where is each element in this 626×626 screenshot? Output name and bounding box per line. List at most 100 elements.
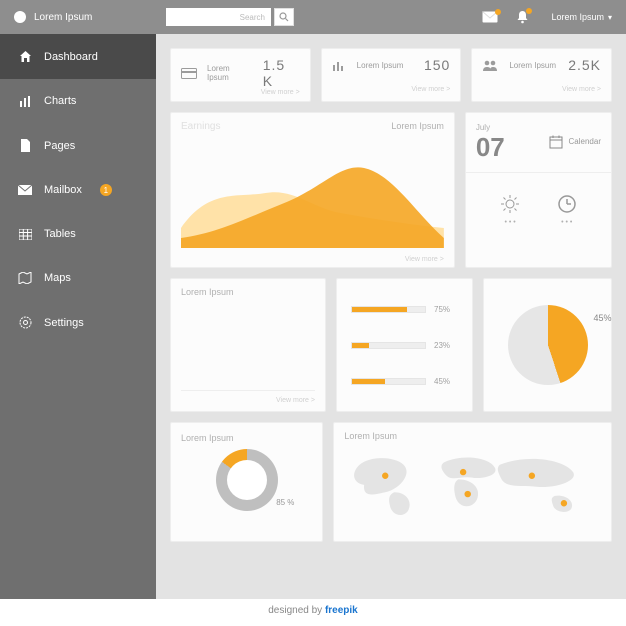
progress-value: 23% [434,341,458,350]
calendar-icon [549,135,563,149]
date-month: July [476,123,505,132]
sidebar-item-label: Pages [44,140,75,152]
credit: designed by freepik [0,599,626,626]
notification-dot-icon [495,9,501,15]
home-icon [18,50,32,63]
grouped-bar-chart [181,305,315,391]
mail-icon [18,185,32,195]
chart-icon [18,96,32,107]
dots-icon: • • • [561,219,572,226]
weather-row: • • • • • • [476,185,601,226]
search-button[interactable] [274,8,294,26]
earnings-area-chart [181,138,444,248]
search-wrap [166,8,294,26]
sidebar-item-pages[interactable]: Pages [0,123,156,168]
donut-hole [227,460,267,500]
sidebar-item-label: Dashboard [44,51,98,63]
sidebar-item-label: Settings [44,317,84,329]
stat-label: Lorem Ipsum [207,64,253,82]
sidebar-item-label: Mailbox [44,184,82,196]
weather-cell: • • • [499,193,521,226]
pie-chart [508,305,588,385]
chevron-down-icon: ▾ [608,13,612,22]
date-card: July 07 Calendar • • • [465,112,612,268]
top-icons: Lorem Ipsum ▾ [482,10,612,24]
brand-label: Lorem Ipsum [34,12,92,23]
sidebar-item-mailbox[interactable]: Mailbox 1 [0,168,156,212]
sidebar-item-dashboard[interactable]: Dashboard [0,34,156,79]
bell-button[interactable] [516,10,529,24]
main: Lorem Ipsum 1.5 K View more > Lorem Ipsu… [156,34,626,599]
notification-dot-icon [526,8,532,14]
pie-card: 45% [483,278,612,412]
sidebar-item-label: Maps [44,272,71,284]
mail-button[interactable] [482,11,498,23]
calendar-label: Calendar [569,137,601,146]
bars-icon [332,60,347,71]
bar-card-title: Lorem Ipsum [181,287,315,297]
map-title: Lorem Ipsum [344,431,601,441]
sidebar-item-label: Tables [44,228,76,240]
progress-card: 75% 23% 45% [336,278,473,412]
view-more-link[interactable]: View more > [332,86,451,93]
user-label: Lorem Ipsum [551,12,604,22]
progress-row: 75% [351,305,458,314]
stat-label: Lorem Ipsum [357,61,404,70]
body: Dashboard Charts Pages Mailbox 1 Tables [0,34,626,599]
view-more-link[interactable]: View more > [482,86,601,93]
sidebar-item-charts[interactable]: Charts [0,79,156,123]
sidebar-item-label: Charts [44,95,76,107]
map-icon [18,272,32,284]
page-icon [18,139,32,152]
stat-label: Lorem Ipsum [509,61,556,70]
view-more-link[interactable]: View more > [181,89,300,96]
sidebar-item-settings[interactable]: Settings [0,300,156,345]
topbar: Lorem Ipsum Lorem Ipsum ▾ [0,0,626,34]
app-root: Lorem Ipsum Lorem Ipsum ▾ [0,0,626,626]
stat-value: 1.5 K [263,57,300,89]
stats-row: Lorem Ipsum 1.5 K View more > Lorem Ipsu… [170,48,612,102]
row-4: Lorem Ipsum 85 % Lorem Ipsum [170,422,612,542]
view-more-link[interactable]: View more > [405,256,444,263]
gear-icon [18,316,32,329]
row-3: Lorem Ipsum View more > 75% 23% 45% [170,278,612,412]
divider [466,172,611,173]
progress-value: 75% [434,305,458,314]
donut-card: Lorem Ipsum 85 % [170,422,323,542]
sidebar-item-maps[interactable]: Maps [0,256,156,300]
user-menu[interactable]: Lorem Ipsum ▾ [547,12,612,22]
stat-value: 2.5K [568,57,601,73]
search-input[interactable] [166,8,271,26]
sidebar-item-tables[interactable]: Tables [0,212,156,256]
sun-icon [499,193,521,215]
credit-brand: freepik [325,605,358,616]
world-map [344,445,601,523]
clock-icon [556,193,578,215]
earnings-subtitle: Lorem Ipsum [391,121,444,132]
progress-row: 45% [351,377,458,386]
progress-value: 45% [434,377,458,386]
table-icon [18,229,32,240]
pie-label: 45% [594,313,612,323]
dots-icon: • • • [505,219,516,226]
users-icon [482,59,499,71]
earnings-title: Earnings [181,121,220,132]
card-icon [181,68,197,79]
brand-avatar-icon [14,11,26,23]
sidebar: Dashboard Charts Pages Mailbox 1 Tables [0,34,156,599]
mailbox-badge: 1 [100,184,112,196]
date-row: July 07 Calendar [476,123,601,160]
row-2: Earnings Lorem Ipsum View more > July 07 [170,112,612,268]
view-more-link[interactable]: View more > [181,397,315,404]
search-icon [279,12,289,22]
stat-value: 150 [424,57,450,73]
date-day: 07 [476,134,505,160]
clock-cell: • • • [556,193,578,226]
stat-card-3: Lorem Ipsum 2.5K View more > [471,48,612,102]
progress-row: 23% [351,341,458,350]
credit-prefix: designed by [268,605,325,616]
bar-chart-card: Lorem Ipsum View more > [170,278,326,412]
stat-card-2: Lorem Ipsum 150 View more > [321,48,462,102]
donut-value: 85 % [276,498,294,507]
donut-title: Lorem Ipsum [181,433,312,443]
